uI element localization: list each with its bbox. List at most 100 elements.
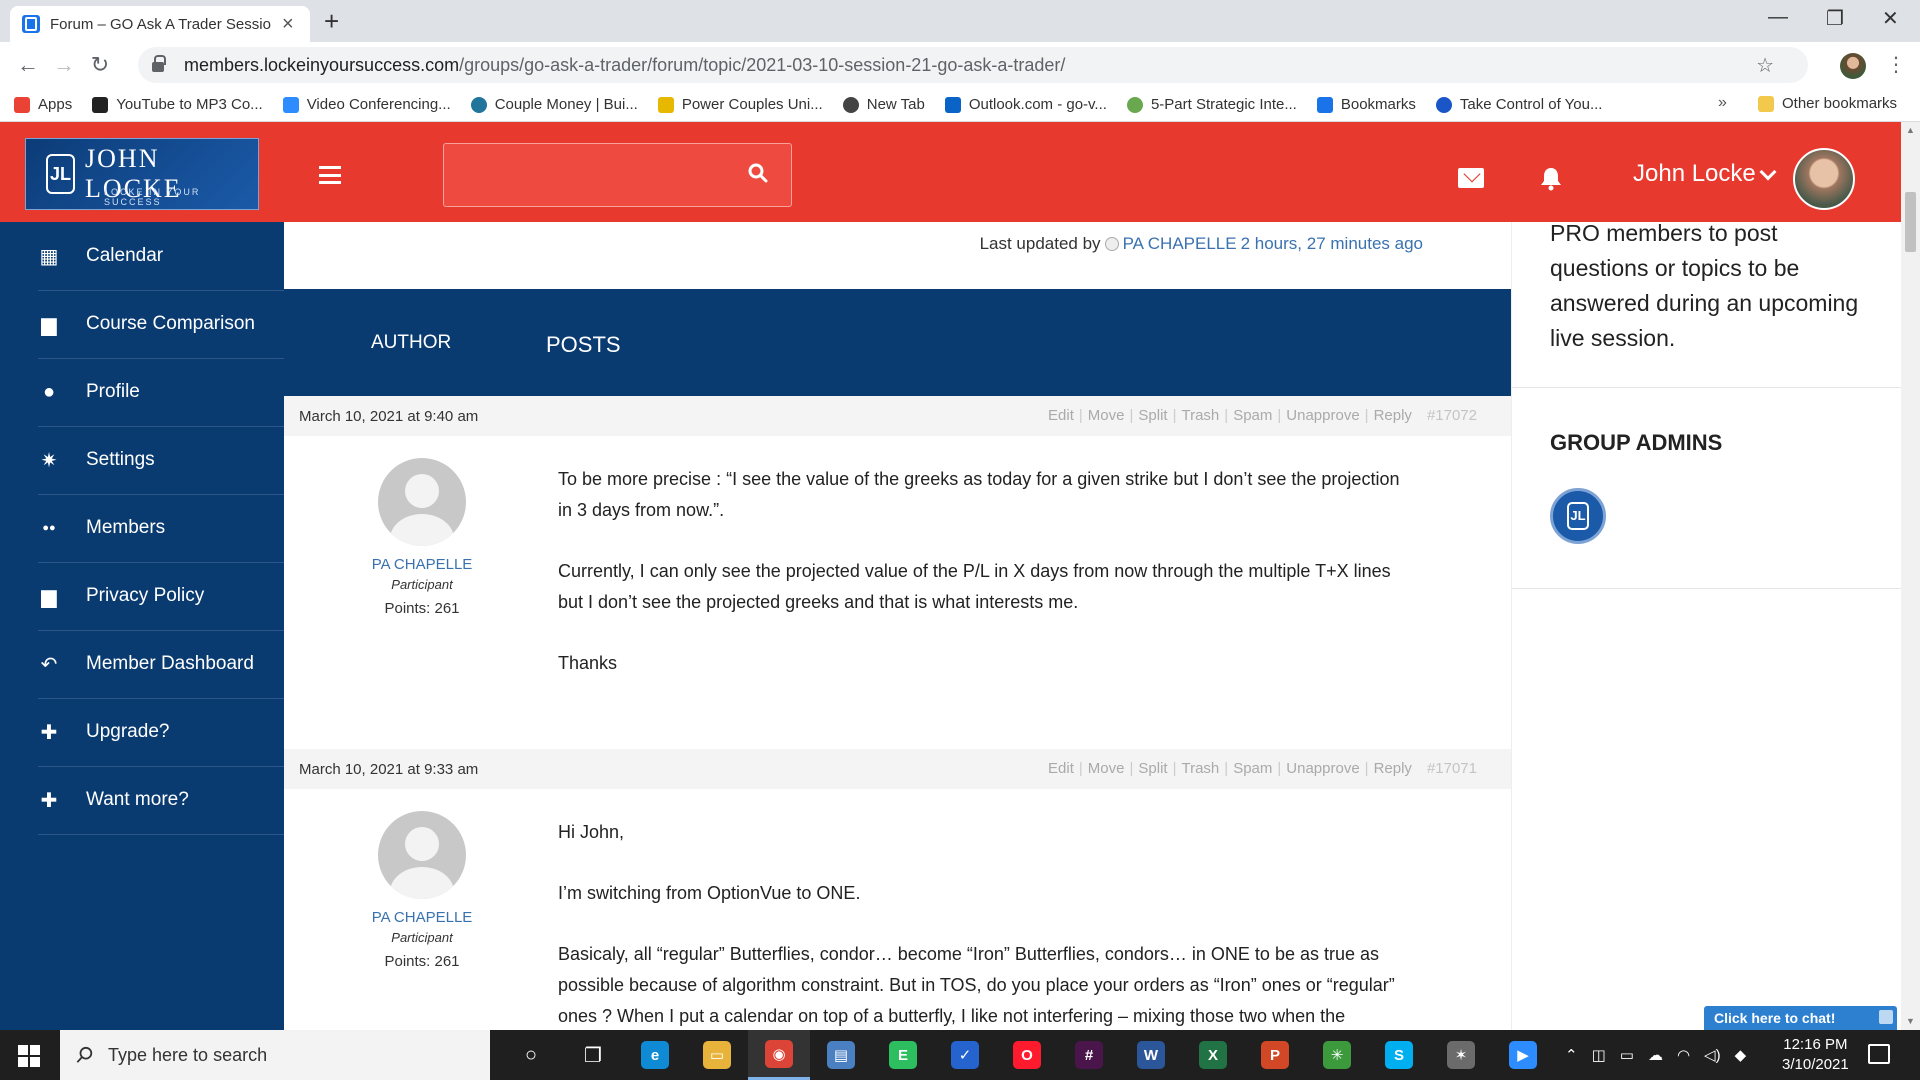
volume-icon[interactable]: ◁) xyxy=(1704,1046,1721,1064)
author-avatar[interactable] xyxy=(378,811,466,899)
taskbar-app[interactable]: ✓ xyxy=(934,1030,996,1080)
taskbar-app[interactable]: ◉ xyxy=(748,1030,810,1080)
bookmark-star-icon[interactable]: ☆ xyxy=(1756,53,1774,78)
sidebar-item-member-dashboard[interactable]: ↶ Member Dashboard xyxy=(0,630,284,698)
post-action-spam-link[interactable]: Spam xyxy=(1233,760,1272,777)
tab-forum[interactable]: Forum – GO Ask A Trader Sessio × xyxy=(10,6,310,42)
site-logo[interactable]: JL JOHN LOCKE LOCKE IN YOUR SUCCESS xyxy=(25,138,259,210)
taskbar-app[interactable]: S xyxy=(1368,1030,1430,1080)
search-icon[interactable] xyxy=(748,163,768,183)
sidebar-item-members[interactable]: ●● Members xyxy=(0,494,284,562)
notifications-bell-icon[interactable] xyxy=(1538,165,1564,191)
post-action-move-link[interactable]: Move xyxy=(1088,407,1125,424)
post-permalink-id[interactable]: #17072 xyxy=(1427,407,1477,424)
hamburger-menu-icon[interactable] xyxy=(319,166,341,184)
post-action-move-link[interactable]: Move xyxy=(1088,760,1125,777)
sidebar-item-want-more[interactable]: ✚ Want more? xyxy=(0,766,284,834)
other-bookmarks-folder[interactable]: Other bookmarks xyxy=(1758,95,1897,112)
site-search-input[interactable] xyxy=(443,143,792,207)
sidebar-item-profile[interactable]: ● Profile xyxy=(0,358,284,426)
onedrive-cloud-icon[interactable]: ☁ xyxy=(1648,1046,1663,1064)
windows-start-icon[interactable] xyxy=(18,1045,40,1067)
sidebar-item-course-comparison[interactable]: ▆ Course Comparison xyxy=(0,290,284,358)
author-name-link[interactable]: PA CHAPELLE xyxy=(327,909,517,926)
bookmark-item[interactable]: Apps xyxy=(14,96,72,113)
user-avatar[interactable] xyxy=(1793,148,1855,210)
bookmark-item[interactable]: Couple Money | Bui... xyxy=(470,96,638,113)
address-bar[interactable]: members.lockeinyoursuccess.com/groups/go… xyxy=(138,47,1808,83)
scroll-up-arrow-icon[interactable]: ▲ xyxy=(1906,125,1915,135)
post-action-trash-link[interactable]: Trash xyxy=(1181,407,1219,424)
taskbar-app[interactable]: W xyxy=(1120,1030,1182,1080)
post-action-reply-link[interactable]: Reply xyxy=(1374,760,1412,777)
bookmark-item[interactable]: Bookmarks xyxy=(1316,96,1416,113)
bookmark-item[interactable]: 5-Part Strategic Inte... xyxy=(1126,96,1297,113)
close-tab-icon[interactable]: × xyxy=(282,14,294,34)
chat-widget-button[interactable]: Click here to chat! xyxy=(1704,1006,1897,1030)
chevron-up-icon[interactable]: ⌃ xyxy=(1565,1046,1578,1064)
taskbar-app[interactable]: ▤ xyxy=(810,1030,872,1080)
taskbar-app[interactable]: X xyxy=(1182,1030,1244,1080)
taskbar-app[interactable]: ▶ xyxy=(1492,1030,1554,1080)
bookmark-item[interactable]: New Tab xyxy=(842,96,925,113)
sidebar-item-calendar[interactable]: ▦ Calendar xyxy=(0,222,284,290)
taskbar-app[interactable]: P xyxy=(1244,1030,1306,1080)
post-action-spam-link[interactable]: Spam xyxy=(1233,407,1272,424)
restore-window-button[interactable]: ❐ xyxy=(1826,6,1844,31)
sidebar-item-settings[interactable]: ✷ Settings xyxy=(0,426,284,494)
battery-icon[interactable]: ▭ xyxy=(1620,1046,1634,1064)
scroll-down-arrow-icon[interactable]: ▼ xyxy=(1906,1016,1915,1026)
bookmarks-overflow-button[interactable]: » xyxy=(1718,94,1727,112)
taskbar-app[interactable]: E xyxy=(872,1030,934,1080)
post-action-unapprove-link[interactable]: Unapprove xyxy=(1286,407,1359,424)
taskbar-app[interactable]: e xyxy=(624,1030,686,1080)
group-admin-avatar[interactable]: JL xyxy=(1550,488,1606,544)
bookmark-item[interactable]: Video Conferencing... xyxy=(282,96,451,113)
new-tab-button[interactable]: + xyxy=(324,8,339,34)
sidebar-item-privacy-policy[interactable]: ▆ Privacy Policy xyxy=(0,562,284,630)
taskbar-app[interactable]: ✶ xyxy=(1430,1030,1492,1080)
action-center-icon[interactable] xyxy=(1868,1044,1890,1064)
bookmark-item[interactable]: YouTube to MP3 Co... xyxy=(92,96,263,113)
dropbox-icon[interactable]: ◆ xyxy=(1735,1046,1747,1064)
minimize-window-button[interactable]: — xyxy=(1768,6,1788,29)
taskbar-app[interactable]: ○ xyxy=(500,1030,562,1080)
last-updated-user-link[interactable]: PA CHAPELLE xyxy=(1123,234,1237,254)
taskbar-app[interactable]: ❐ xyxy=(562,1030,624,1080)
close-window-button[interactable]: ✕ xyxy=(1882,6,1899,31)
author-avatar[interactable] xyxy=(378,458,466,546)
author-name-link[interactable]: PA CHAPELLE xyxy=(327,556,517,573)
browser-profile-avatar[interactable] xyxy=(1840,53,1866,79)
sidebar-item-label: Member Dashboard xyxy=(86,653,254,674)
last-updated-time-link[interactable]: 2 hours, 27 minutes ago xyxy=(1241,234,1423,254)
taskbar-app[interactable]: O xyxy=(996,1030,1058,1080)
post-action-edit-link[interactable]: Edit xyxy=(1048,760,1074,777)
messages-icon[interactable] xyxy=(1458,168,1484,188)
chat-expand-icon[interactable] xyxy=(1879,1010,1893,1024)
taskbar-search-box[interactable]: Type here to search xyxy=(60,1030,490,1080)
page-scrollbar[interactable]: ▲ ▼ xyxy=(1901,122,1920,1030)
bookmark-item[interactable]: Outlook.com - go-v... xyxy=(944,96,1107,113)
post-permalink-id[interactable]: #17071 xyxy=(1427,760,1477,777)
taskbar-clock[interactable]: 12:16 PM 3/10/2021 xyxy=(1782,1035,1849,1075)
user-menu-name[interactable]: John Locke xyxy=(1633,160,1756,188)
post-action-trash-link[interactable]: Trash xyxy=(1181,760,1219,777)
browser-menu-icon[interactable]: ⋮ xyxy=(1886,52,1906,77)
taskbar-app[interactable]: ✳ xyxy=(1306,1030,1368,1080)
post-action-unapprove-link[interactable]: Unapprove xyxy=(1286,760,1359,777)
post-action-split-link[interactable]: Split xyxy=(1138,407,1167,424)
sidebar-item-upgrade[interactable]: ✚ Upgrade? xyxy=(0,698,284,766)
reload-icon[interactable]: ↻ xyxy=(84,52,116,78)
forward-icon[interactable]: → xyxy=(48,52,80,78)
bookmark-item[interactable]: Power Couples Uni... xyxy=(657,96,823,113)
post-action-split-link[interactable]: Split xyxy=(1138,760,1167,777)
bookmark-item[interactable]: Take Control of You... xyxy=(1435,96,1602,113)
meet-now-icon[interactable]: ◫ xyxy=(1592,1046,1606,1064)
post-action-edit-link[interactable]: Edit xyxy=(1048,407,1074,424)
scrollbar-thumb[interactable] xyxy=(1905,192,1916,252)
taskbar-app[interactable]: # xyxy=(1058,1030,1120,1080)
post-action-reply-link[interactable]: Reply xyxy=(1374,407,1412,424)
wifi-icon[interactable]: ◠ xyxy=(1677,1046,1690,1064)
taskbar-app[interactable]: ▭ xyxy=(686,1030,748,1080)
back-icon[interactable]: ← xyxy=(12,52,44,78)
